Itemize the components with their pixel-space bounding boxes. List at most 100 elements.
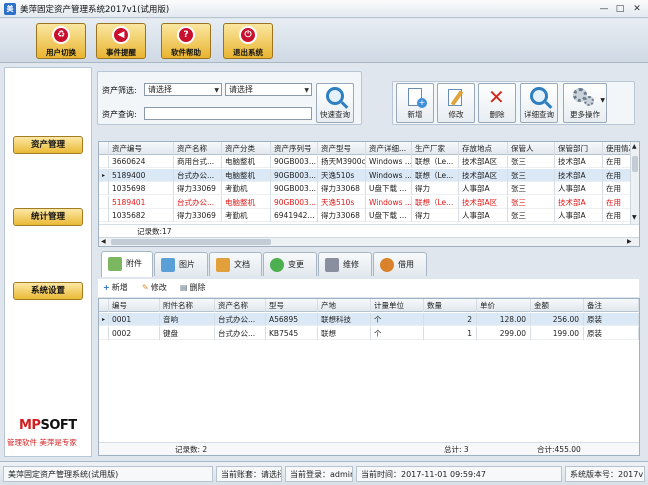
edit-asset-button[interactable]: 修改 bbox=[437, 83, 475, 123]
col-att-model[interactable]: 型号 bbox=[266, 299, 318, 312]
filter-select-1-value: 请选择 bbox=[148, 85, 172, 94]
more-actions-button[interactable]: ▼ 更多操作 bbox=[563, 83, 607, 123]
scroll-thumb[interactable] bbox=[111, 239, 271, 245]
table-cell: A56895 bbox=[266, 313, 318, 326]
col-asset-category[interactable]: 资产分类 bbox=[222, 142, 271, 155]
plus-icon: + bbox=[103, 283, 110, 292]
table-cell: 6941942... bbox=[271, 209, 318, 223]
slogan: 管理软件 美萍是专家 bbox=[7, 438, 77, 447]
exit-button[interactable]: ⏻ 退出系统 bbox=[223, 23, 273, 59]
tab-label: 附件 bbox=[126, 259, 142, 268]
table-cell: 1035698 bbox=[109, 182, 174, 196]
scroll-left-icon: ◀ bbox=[101, 238, 106, 245]
sidebar-item-settings[interactable]: 系统设置 bbox=[13, 282, 83, 300]
col-manufacturer[interactable]: 生产厂家 bbox=[412, 142, 459, 155]
col-detail[interactable]: 资产详细... bbox=[366, 142, 412, 155]
col-att-price[interactable]: 单价 bbox=[477, 299, 531, 312]
delete-asset-button[interactable]: ✕ 删除 bbox=[478, 83, 516, 123]
col-department[interactable]: 保管部门 bbox=[555, 142, 603, 155]
add-asset-button[interactable]: + 新增 bbox=[396, 83, 434, 123]
search-icon-handle bbox=[544, 101, 553, 109]
table-cell: 张三 bbox=[508, 182, 555, 196]
user-switch-button[interactable]: ♻ 用户切换 bbox=[36, 23, 86, 59]
col-att-id[interactable]: 编号 bbox=[109, 299, 160, 312]
attachment-total: 总计: 3 bbox=[444, 445, 469, 454]
change-icon bbox=[270, 258, 284, 272]
tab-pictures[interactable]: 图片 bbox=[154, 252, 208, 276]
col-att-remark[interactable]: 备注 bbox=[584, 299, 639, 312]
col-keeper[interactable]: 保管人 bbox=[508, 142, 555, 155]
event-reminder-button[interactable]: ◀ 事件提醒 bbox=[96, 23, 146, 59]
repair-icon bbox=[325, 258, 339, 272]
table-row[interactable]: ▸ 0001 音响 台式办公... A56895 联想科技个 2 128.00 256.00 原装 bbox=[99, 313, 639, 326]
table-cell: 得力33069 bbox=[174, 182, 222, 196]
table-cell: 音响 bbox=[160, 313, 215, 326]
table-cell: 技术部A区 bbox=[459, 168, 508, 182]
row-indicator bbox=[99, 209, 109, 223]
attachment-edit-label: 修改 bbox=[150, 283, 167, 292]
event-reminder-label: 事件提醒 bbox=[106, 48, 136, 57]
company-logo: MPSOFT bbox=[19, 418, 77, 433]
table-cell: Windows ... bbox=[366, 168, 412, 182]
window-title: 美萍固定资产管理系统2017v1(试用版) bbox=[20, 5, 170, 15]
sidebar-item-asset-management[interactable]: 资产管理 bbox=[13, 136, 83, 154]
table-cell: 技术部A区 bbox=[459, 195, 508, 209]
col-att-name[interactable]: 附件名称 bbox=[160, 299, 215, 312]
col-serial[interactable]: 资产序列号 bbox=[271, 142, 318, 155]
quick-search-button[interactable]: 快速查询 bbox=[316, 83, 354, 123]
col-att-asset[interactable]: 资产名称 bbox=[215, 299, 266, 312]
help-button[interactable]: ? 软件帮助 bbox=[161, 23, 211, 59]
table-cell: 得力33069 bbox=[174, 209, 222, 223]
scroll-thumb[interactable] bbox=[632, 156, 638, 172]
table-row[interactable]: 1035682 得力33069 考勤机 6941942... 得力33068 U盘下载 .… bbox=[99, 209, 639, 223]
search-icon-handle bbox=[340, 101, 349, 109]
maximize-button[interactable]: □ bbox=[612, 2, 628, 16]
table-cell: 扬天M3900c bbox=[318, 155, 366, 168]
col-asset-id[interactable]: 资产编号 bbox=[109, 142, 174, 155]
table-row[interactable]: ▸ 5189400 台式办公... 电脑整机 90GB003... 天逸510s Windo… bbox=[99, 168, 639, 182]
table-cell: 张三 bbox=[508, 195, 555, 209]
query-input[interactable] bbox=[144, 107, 312, 120]
tab-label: 文档 bbox=[234, 260, 250, 269]
query-label: 资产查询: bbox=[102, 110, 137, 119]
attachment-add-button[interactable]: + 新增 bbox=[103, 282, 128, 294]
tab-changes[interactable]: 变更 bbox=[263, 252, 317, 276]
attachment-table-header: 编号 附件名称 资产名称 型号 产地 计量单位 数量 单价 金额 备注 bbox=[99, 299, 639, 312]
col-att-unit[interactable]: 计量单位 bbox=[371, 299, 424, 312]
table-row[interactable]: 3660624 商用台式... 电脑整机 90GB003... 扬天M3900c Wind… bbox=[99, 155, 639, 168]
sidebar-item-statistics[interactable]: 统计管理 bbox=[13, 208, 83, 226]
row-indicator: ▸ bbox=[99, 313, 109, 326]
table-cell: 联想 bbox=[318, 326, 371, 340]
col-asset-name[interactable]: 资产名称 bbox=[174, 142, 222, 155]
table-row[interactable]: 0002 键盘 台式办公... KB7545 联想个 1 299.00 199.00 原装 bbox=[99, 326, 639, 340]
close-button[interactable]: ✕ bbox=[629, 2, 645, 16]
detailed-query-button[interactable]: 详细查询 bbox=[520, 83, 558, 123]
asset-table-vscroll[interactable]: ▲ ▼ bbox=[630, 142, 639, 224]
col-location[interactable]: 存放地点 bbox=[459, 142, 508, 155]
filter-select-2[interactable]: 请选择 ▼ bbox=[225, 83, 312, 96]
asset-table-hscroll[interactable]: ◀ ▶ bbox=[99, 237, 639, 246]
attachment-edit-button[interactable]: ✎ 修改 bbox=[142, 282, 167, 294]
col-att-amount[interactable]: 金额 bbox=[531, 299, 584, 312]
tab-documents[interactable]: 文档 bbox=[209, 252, 262, 276]
table-cell: 128.00 bbox=[477, 313, 531, 326]
table-cell: 技术部A bbox=[555, 155, 603, 168]
table-cell: Windows ... bbox=[366, 195, 412, 209]
tab-borrow[interactable]: 借用 bbox=[373, 252, 427, 276]
col-att-qty[interactable]: 数量 bbox=[424, 299, 477, 312]
col-att-origin[interactable]: 产地 bbox=[318, 299, 371, 312]
col-model[interactable]: 资产型号 bbox=[318, 142, 366, 155]
scroll-down-icon: ▼ bbox=[632, 214, 637, 221]
attachment-delete-button[interactable]: ▤ 删除 bbox=[180, 282, 206, 294]
filter-select-1[interactable]: 请选择 ▼ bbox=[144, 83, 222, 96]
asset-table: 资产编号 资产名称 资产分类 资产序列号 资产型号 资产详细... 生产厂家 存… bbox=[98, 141, 640, 247]
plus-icon: + bbox=[417, 98, 427, 108]
tab-attachments[interactable]: 附件 bbox=[101, 251, 153, 277]
table-cell: 90GB003... bbox=[271, 168, 318, 182]
status-bar: 美萍固定资产管理系统(试用版) 当前账套：请选择 当前登录：admin 当前时间… bbox=[0, 461, 648, 485]
minimize-button[interactable]: — bbox=[596, 2, 612, 16]
table-row[interactable]: 1035698 得力33069 考勤机 90GB003... 得力33068 U盘下载 .… bbox=[99, 182, 639, 196]
tab-repairs[interactable]: 维修 bbox=[318, 252, 372, 276]
table-cell: 天逸510s bbox=[318, 168, 366, 182]
table-row[interactable]: 5189401 台式办公... 电脑整机 90GB003... 天逸510s Window… bbox=[99, 195, 639, 209]
